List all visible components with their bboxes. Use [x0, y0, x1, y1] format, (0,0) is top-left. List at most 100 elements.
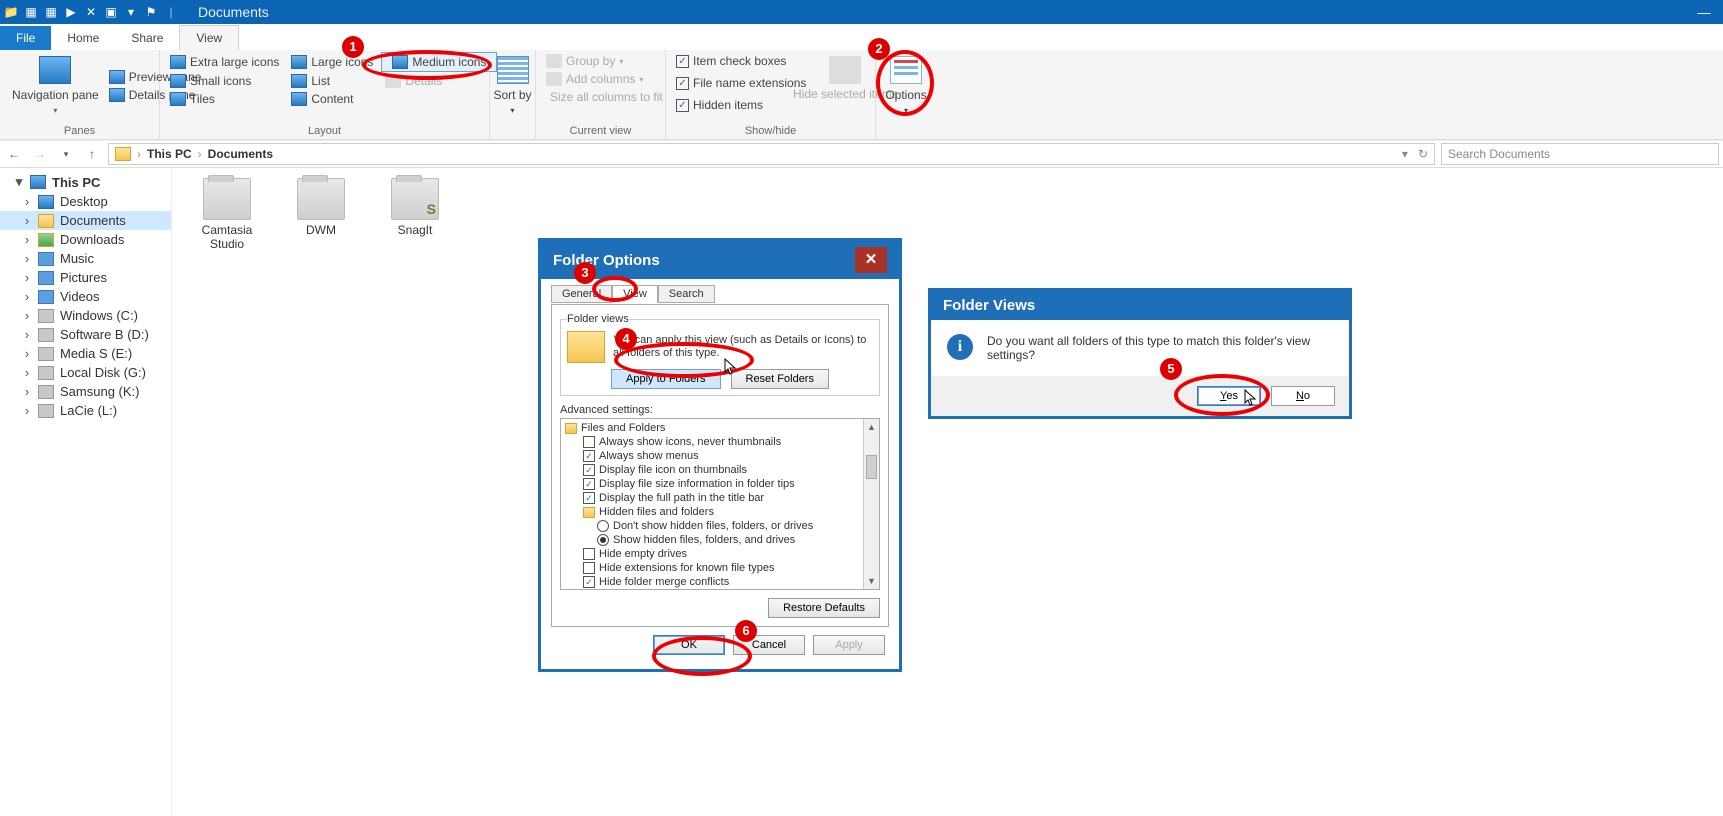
breadcrumb-thispc[interactable]: This PC	[147, 147, 192, 161]
address-bar: ← → ▾ ↑ › This PC › Documents ▾ ↻ Search…	[0, 140, 1723, 168]
adv-item[interactable]: ✓Display file icon on thumbnails	[565, 463, 875, 477]
layout-extra-large[interactable]: Extra large icons	[166, 52, 283, 72]
scroll-down-icon[interactable]: ▼	[864, 573, 879, 589]
nav-drive[interactable]: ›Samsung (K:)	[0, 382, 171, 401]
adv-radio[interactable]: Show hidden files, folders, and drives	[565, 533, 875, 547]
navigation-pane-label: Navigation pane	[12, 88, 99, 102]
titlebar: 📁 ▦ ▦ ▶ ✕ ▣ ▾ ⚑ | Documents —	[0, 0, 1723, 24]
reset-folders-button[interactable]: Reset Folders	[731, 369, 829, 389]
layout-medium[interactable]: Medium icons	[381, 52, 497, 72]
search-input[interactable]: Search Documents	[1441, 143, 1719, 165]
nav-documents[interactable]: ›Documents	[0, 211, 171, 230]
cursor-icon	[1244, 389, 1258, 407]
share-tab[interactable]: Share	[115, 26, 179, 50]
nav-drive[interactable]: ›LaCie (L:)	[0, 401, 171, 420]
callout-4: 4	[615, 328, 637, 350]
hidden-items[interactable]: ✓Hidden items	[672, 96, 810, 114]
add-columns-button: Add columns▾	[542, 70, 659, 88]
layout-details[interactable]: Details	[381, 72, 497, 90]
list-item[interactable]: DWM	[286, 178, 356, 238]
nav-videos[interactable]: ›Videos	[0, 287, 171, 306]
options-button[interactable]: Options ▾	[882, 52, 930, 119]
adv-item[interactable]: ✓Display file size information in folder…	[565, 477, 875, 491]
scroll-thumb[interactable]	[866, 455, 877, 479]
refresh-icon[interactable]: ↻	[1418, 147, 1428, 161]
layout-large[interactable]: Large icons	[287, 52, 377, 72]
nav-drive[interactable]: ›Windows (C:)	[0, 306, 171, 325]
nav-pictures[interactable]: ›Pictures	[0, 268, 171, 287]
no-button[interactable]: No	[1271, 386, 1335, 406]
navigation-tree[interactable]: ▾This PC ›Desktop ›Documents ›Downloads …	[0, 168, 172, 816]
quick-access-toolbar: 📁 ▦ ▦ ▶ ✕ ▣ ▾ ⚑ |	[4, 6, 178, 19]
confirm-title[interactable]: Folder Views	[931, 291, 1349, 320]
adv-radio[interactable]: Don't show hidden files, folders, or dri…	[565, 519, 875, 533]
file-name-extensions[interactable]: ✓File name extensions	[672, 74, 810, 92]
folder-label: Camtasia Studio	[192, 224, 262, 252]
adv-item[interactable]: ✓Display the full path in the title bar	[565, 491, 875, 505]
up-button[interactable]: ↑	[82, 147, 102, 161]
fo-tab-search[interactable]: Search	[658, 285, 715, 303]
layout-tiles[interactable]: Tiles	[166, 90, 283, 108]
qat-close-icon[interactable]: ✕	[84, 6, 98, 19]
search-placeholder: Search Documents	[1448, 147, 1550, 161]
folder-label: DWM	[286, 224, 356, 238]
close-button[interactable]: ✕	[855, 247, 887, 273]
fo-tab-view[interactable]: View	[612, 285, 658, 303]
qat-icon[interactable]: ▣	[104, 6, 118, 19]
breadcrumb-documents[interactable]: Documents	[208, 147, 273, 161]
nav-drive[interactable]: ›Media S (E:)	[0, 344, 171, 363]
ribbon-tabs: File Home Share View	[0, 24, 1723, 50]
history-dropdown[interactable]: ▾	[56, 149, 76, 160]
minimize-button[interactable]: —	[1689, 5, 1719, 20]
folder-options-dialog: Folder Options ✕ General View Search Fol…	[540, 240, 900, 670]
group-by-button[interactable]: Group by▾	[542, 52, 659, 70]
navigation-pane-button[interactable]: Navigation pane ▾	[6, 52, 105, 119]
layout-content[interactable]: Content	[287, 90, 377, 108]
address-field[interactable]: › This PC › Documents ▾ ↻	[108, 143, 1435, 165]
qat-play-icon[interactable]: ▶	[64, 6, 78, 19]
nav-this-pc[interactable]: ▾This PC	[0, 172, 171, 192]
adv-item[interactable]: Hide extensions for known file types	[565, 561, 875, 575]
view-tab[interactable]: View	[179, 25, 239, 50]
adv-item[interactable]: Hide empty drives	[565, 547, 875, 561]
folder-icon	[297, 178, 345, 220]
ok-button[interactable]: OK	[653, 635, 725, 655]
nav-downloads[interactable]: ›Downloads	[0, 230, 171, 249]
qat-flag-icon[interactable]: ⚑	[144, 6, 158, 19]
folder-views-confirm-dialog: Folder Views i Do you want all folders o…	[930, 290, 1350, 417]
qat-icon[interactable]: ▦	[24, 6, 38, 19]
file-tab[interactable]: File	[0, 26, 51, 50]
dropdown-icon[interactable]: ▾	[1402, 147, 1408, 161]
callout-3: 3	[574, 262, 596, 284]
nav-music[interactable]: ›Music	[0, 249, 171, 268]
scrollbar[interactable]: ▲ ▼	[863, 419, 879, 589]
callout-1: 1	[342, 36, 364, 58]
nav-drive[interactable]: ›Local Disk (G:)	[0, 363, 171, 382]
advanced-settings-list[interactable]: Files and Folders Always show icons, nev…	[560, 418, 880, 590]
layout-list[interactable]: List	[287, 72, 377, 90]
callout-2: 2	[868, 38, 890, 60]
content-pane[interactable]: Camtasia Studio DWM S SnagIt	[172, 168, 1723, 816]
sort-by-button[interactable]: Sort by ▾	[496, 52, 529, 119]
scroll-up-icon[interactable]: ▲	[864, 419, 879, 435]
back-button[interactable]: ←	[4, 147, 24, 161]
list-item[interactable]: S SnagIt	[380, 178, 450, 238]
home-tab[interactable]: Home	[51, 26, 115, 50]
qat-icon[interactable]: ▦	[44, 6, 58, 19]
apply-to-folders-button[interactable]: Apply to Folders	[611, 369, 720, 389]
adv-item[interactable]: Always show icons, never thumbnails	[565, 435, 875, 449]
list-item[interactable]: Camtasia Studio	[192, 178, 262, 252]
adv-item[interactable]: ✓Always show menus	[565, 449, 875, 463]
nav-drive[interactable]: ›Software B (D:)	[0, 325, 171, 344]
nav-desktop[interactable]: ›Desktop	[0, 192, 171, 211]
hide-selected-button: Hide selected items	[810, 52, 880, 114]
item-check-boxes[interactable]: ✓Item check boxes	[672, 52, 810, 70]
restore-defaults-button[interactable]: Restore Defaults	[768, 598, 880, 618]
advanced-settings-label: Advanced settings:	[560, 404, 880, 416]
fo-tab-general[interactable]: General	[551, 285, 612, 303]
apply-button: Apply	[813, 635, 885, 655]
qat-dropdown-icon[interactable]: ▾	[124, 6, 138, 19]
adv-item[interactable]: ✓Hide folder merge conflicts	[565, 575, 875, 589]
folder-views-icon	[567, 331, 605, 363]
layout-small[interactable]: Small icons	[166, 72, 283, 90]
